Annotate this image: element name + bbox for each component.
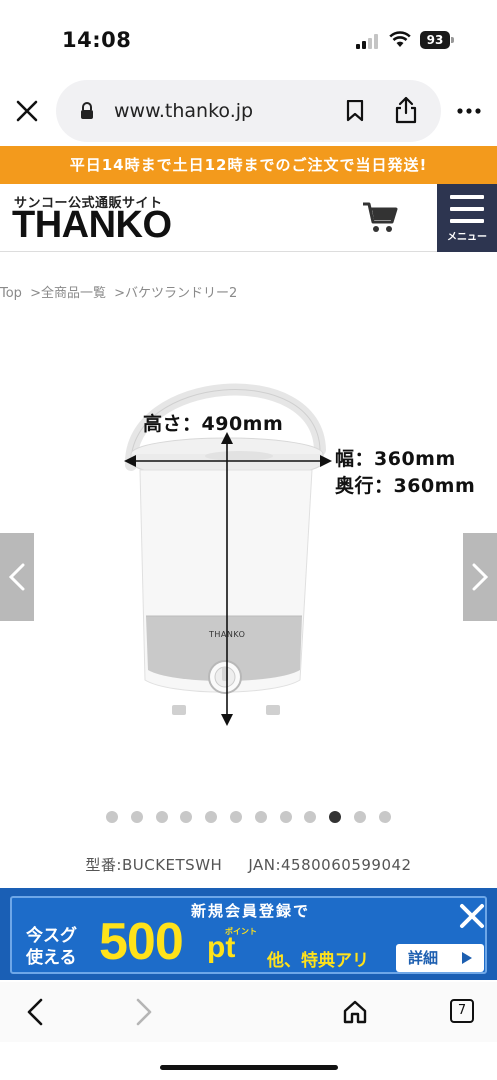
status-bar: 14:08 93 <box>0 0 497 72</box>
promo-detail-label: 詳細 <box>408 949 439 967</box>
more-options-icon[interactable] <box>456 104 482 118</box>
url-text: www.thanko.jp <box>114 100 254 122</box>
forward-arrow-icon[interactable] <box>131 998 157 1026</box>
promo-now-line2: 使える <box>26 948 77 968</box>
product-brand-mark: THANKO <box>209 630 246 639</box>
bookmark-icon[interactable] <box>346 100 364 122</box>
lock-icon <box>81 102 93 119</box>
cart-icon[interactable] <box>362 200 398 234</box>
depth-dimension-label: 奥行：360mm <box>335 475 476 497</box>
carousel-dot[interactable] <box>279 811 292 823</box>
browser-url-row: www.thanko.jp <box>0 80 497 144</box>
carousel-dot[interactable] <box>254 811 267 823</box>
carousel-dot[interactable] <box>304 811 317 823</box>
home-indicator <box>160 1065 338 1070</box>
promo-extra-benefits: 他、特典アリ <box>267 951 369 971</box>
carousel-next-button[interactable] <box>463 533 497 621</box>
carousel-dot[interactable] <box>180 811 193 823</box>
shipping-notice-banner[interactable]: 平日14時まで土日12時までのご注文で当日発送! <box>0 146 497 184</box>
width-dimension-label: 幅：360mm <box>335 448 456 470</box>
carousel-dot[interactable] <box>378 811 391 823</box>
promo-detail-button[interactable]: 詳細 <box>396 944 484 972</box>
signup-promo-banner[interactable]: 新規会員登録で 今スグ 使える 500 ポイント pt 他、特典アリ 詳細 <box>0 888 497 980</box>
product-image-carousel[interactable]: 高さ：490mm 幅：360mm 奥行：360mm THANKO <box>0 320 497 790</box>
product-image <box>124 383 332 726</box>
status-time: 14:08 <box>62 28 132 52</box>
menu-button[interactable]: メニュー <box>437 184 497 252</box>
breadcrumb: Top >全商品一覧 >バケツランドリー2 <box>0 282 241 301</box>
jan-code: JAN:4580060599042 <box>248 856 412 874</box>
battery-icon: 93 <box>420 31 450 49</box>
cellular-signal-icon <box>356 34 380 49</box>
hamburger-icon <box>450 195 484 223</box>
height-dimension-label: 高さ：490mm <box>143 413 284 435</box>
carousel-dot[interactable] <box>230 811 242 823</box>
back-arrow-icon[interactable] <box>22 998 48 1026</box>
address-bar[interactable]: www.thanko.jp <box>56 80 441 142</box>
chevron-right-icon <box>472 563 489 591</box>
close-icon[interactable] <box>458 902 486 930</box>
site-logo[interactable]: THANKO <box>12 204 172 247</box>
tabs-button[interactable]: 7 <box>450 999 474 1023</box>
browser-toolbar: 7 <box>0 982 497 1042</box>
carousel-dot[interactable] <box>329 811 342 823</box>
page: 14:08 93 www.thanko.jp 平日14時まで土日12時までのご注… <box>0 0 497 1080</box>
carousel-dot[interactable] <box>130 811 143 823</box>
chevron-left-icon <box>8 563 25 591</box>
product-codes: 型番:BUCKETSWH JAN:4580060599042 <box>0 854 497 875</box>
carousel-dot[interactable] <box>354 811 366 823</box>
site-header: サンコー公式通販サイト THANKO メニュー <box>0 184 497 252</box>
battery-tip <box>451 37 454 43</box>
menu-label: メニュー <box>447 232 487 243</box>
model-number: 型番:BUCKETSWH <box>85 856 223 874</box>
promo-panel: 新規会員登録で 今スグ 使える 500 ポイント pt 他、特典アリ 詳細 <box>10 896 487 974</box>
promo-now-text: 今スグ 使える <box>26 925 77 969</box>
carousel-dot[interactable] <box>106 811 118 823</box>
play-triangle-icon <box>462 952 472 964</box>
carousel-dot[interactable] <box>205 811 218 823</box>
breadcrumb-top[interactable]: Top <box>0 286 22 301</box>
home-icon[interactable] <box>342 999 368 1025</box>
breadcrumb-all-products[interactable]: >全商品一覧 <box>30 286 106 301</box>
promo-now-line1: 今スグ <box>26 926 77 946</box>
carousel-dot[interactable] <box>155 811 168 823</box>
promo-points-value: 500 <box>99 913 184 971</box>
carousel-prev-button[interactable] <box>0 533 34 621</box>
wifi-icon <box>389 31 411 47</box>
promo-points-unit: pt <box>207 931 236 964</box>
promo-headline: 新規会員登録で <box>190 902 310 920</box>
close-icon[interactable] <box>14 98 40 124</box>
share-icon[interactable] <box>394 96 418 124</box>
breadcrumb-current: >バケツランドリー2 <box>114 286 238 301</box>
